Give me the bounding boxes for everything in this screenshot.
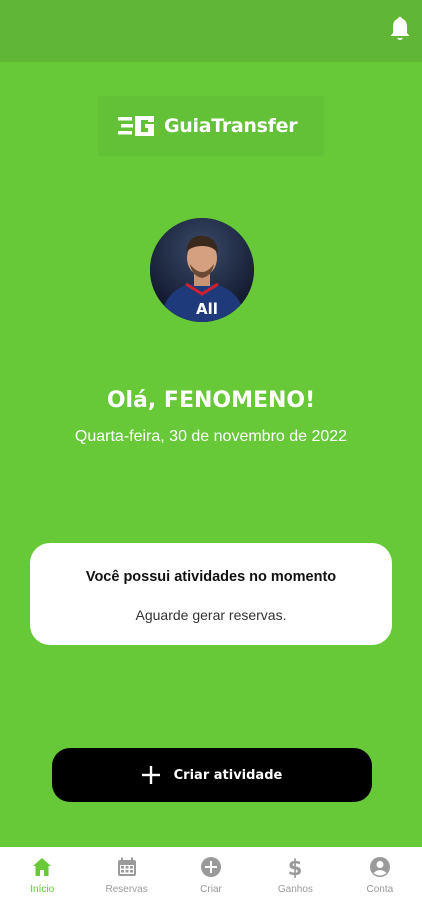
bell-icon[interactable] <box>388 16 412 44</box>
app-logo: GuiaTransfer <box>98 96 324 156</box>
tab-reservas[interactable]: Reservas <box>84 847 168 900</box>
tab-conta[interactable]: Conta <box>338 847 422 900</box>
tab-conta-label: Conta <box>366 884 394 895</box>
activity-card-subtitle: Aguarde gerar reservas. <box>135 607 287 623</box>
tab-inicio[interactable]: Início <box>0 847 84 900</box>
activity-status-card: Você possui atividades no momento Aguard… <box>30 543 392 645</box>
tab-ganhos[interactable]: $ Ganhos <box>253 847 337 900</box>
tab-criar-label: Criar <box>200 884 222 895</box>
greeting-heading: Olá, FENOMENO! <box>106 388 316 413</box>
tab-criar[interactable]: Criar <box>169 847 253 900</box>
svg-text:$: $ <box>288 856 303 878</box>
transfer-logo-icon <box>118 116 154 136</box>
plus-icon <box>141 766 160 784</box>
create-activity-button[interactable]: Criar atividade <box>52 748 372 802</box>
calendar-icon <box>117 857 136 876</box>
account-icon <box>369 857 390 877</box>
dollar-icon: $ <box>288 856 303 878</box>
tab-reservas-label: Reservas <box>105 884 148 895</box>
logo-wordmark: GuiaTransfer <box>164 115 298 137</box>
svg-text:All: All <box>196 300 218 318</box>
create-activity-label: Criar atividade <box>173 767 283 783</box>
bottom-navigation: Início Reservas Criar $ Ganhos Conta <box>0 847 422 900</box>
profile-avatar[interactable]: All <box>150 218 254 322</box>
plus-circle-icon <box>201 857 222 877</box>
home-icon <box>33 858 52 876</box>
current-date: Quarta-feira, 30 de novembro de 2022 <box>74 428 348 445</box>
top-app-bar <box>0 0 422 62</box>
user-photo: All <box>150 218 254 322</box>
tab-ganhos-label: Ganhos <box>277 884 313 895</box>
tab-inicio-label: Início <box>30 884 55 895</box>
activity-card-title: Você possui atividades no momento <box>85 569 337 585</box>
